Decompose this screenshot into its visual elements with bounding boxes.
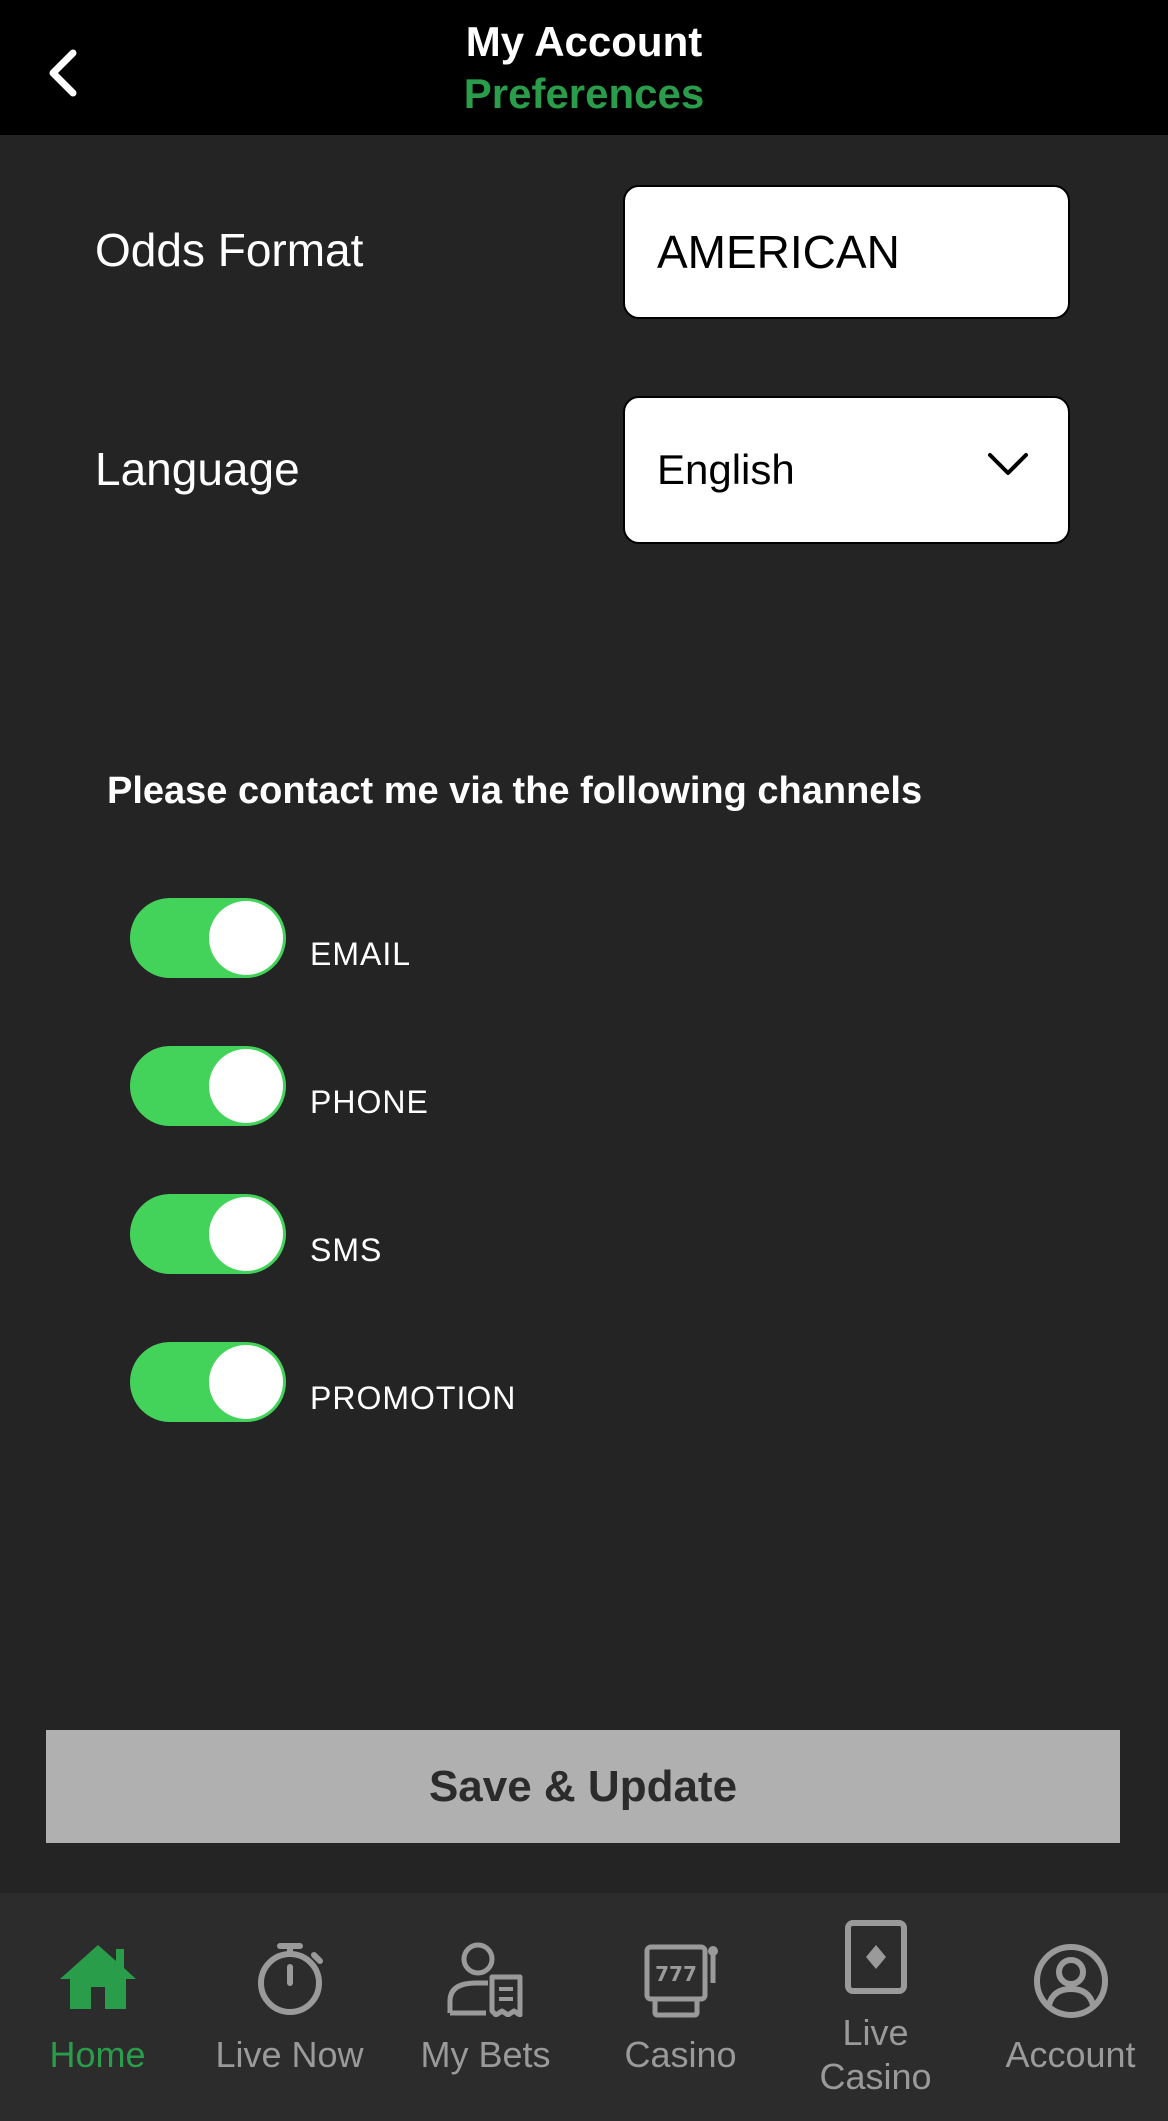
- nav-label-account: Account: [1005, 2034, 1136, 2075]
- nav-label-live-casino: Live Casino: [819, 2012, 932, 2097]
- promotion-toggle[interactable]: [130, 1342, 286, 1422]
- phone-label: PHONE: [310, 1084, 429, 1120]
- chevron-down-icon: [988, 453, 1028, 475]
- nav-item-my-bets[interactable]: My Bets: [388, 1893, 583, 2121]
- user-circle-icon: [1033, 1944, 1108, 2018]
- odds-format-value: AMERICAN: [657, 226, 900, 278]
- nav-item-live-now[interactable]: Live Now: [192, 1893, 387, 2121]
- nav-label-my-bets: My Bets: [420, 2034, 551, 2075]
- odds-format-label: Odds Format: [95, 224, 364, 276]
- svg-text:777: 777: [655, 1962, 697, 1986]
- language-value: English: [657, 446, 795, 493]
- phone-toggle[interactable]: [130, 1046, 286, 1126]
- nav-item-account[interactable]: Account: [973, 1893, 1168, 2121]
- promotion-label: PROMOTION: [310, 1380, 517, 1416]
- sms-label: SMS: [310, 1232, 383, 1268]
- nav-label-casino: Casino: [624, 2034, 737, 2075]
- slot-machine-icon: 777: [644, 1944, 718, 2018]
- sms-toggle[interactable]: [130, 1194, 286, 1274]
- nav-item-casino[interactable]: 777 Casino: [583, 1893, 778, 2121]
- page-title: My Account: [465, 18, 703, 65]
- toggle-knob: [209, 1197, 283, 1271]
- bottom-nav: Home Live Now My Bets 777 Casino Live Ca…: [0, 1893, 1168, 2121]
- toggle-knob: [209, 1345, 283, 1419]
- nav-item-home[interactable]: Home: [0, 1893, 195, 2121]
- home-icon: [59, 1945, 136, 2009]
- email-label: EMAIL: [310, 936, 412, 972]
- nav-item-live-casino[interactable]: Live Casino: [778, 1893, 973, 2121]
- toggle-knob: [209, 1049, 283, 1123]
- user-receipt-icon: [447, 1942, 522, 2017]
- toggle-knob: [209, 901, 283, 975]
- language-select[interactable]: English: [623, 396, 1070, 544]
- playing-card-icon: [844, 1920, 907, 1994]
- language-label: Language: [95, 443, 300, 495]
- email-toggle[interactable]: [130, 898, 286, 978]
- page-subtitle: Preferences: [463, 70, 705, 117]
- save-update-button[interactable]: Save & Update: [46, 1730, 1120, 1843]
- odds-format-field[interactable]: AMERICAN: [623, 185, 1070, 319]
- app-header: My Account Preferences: [0, 0, 1168, 135]
- stopwatch-icon: [257, 1943, 323, 2015]
- nav-label-home: Home: [49, 2034, 146, 2075]
- contact-channels-heading: Please contact me via the following chan…: [107, 770, 923, 812]
- nav-label-live-now: Live Now: [215, 2034, 364, 2075]
